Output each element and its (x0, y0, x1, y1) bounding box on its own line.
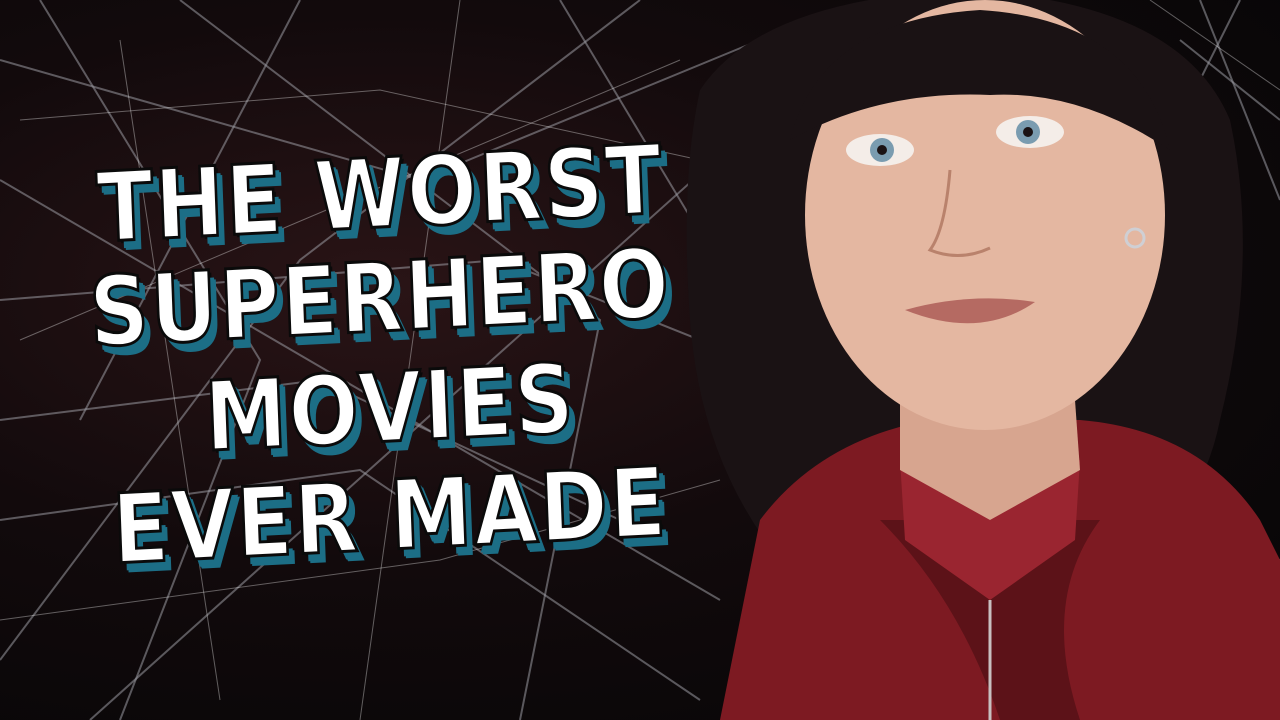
thumbnail-headline: THE WORST SUPERHERO MOVIES EVER MADE (0, 0, 760, 720)
video-thumbnail: THE WORST SUPERHERO MOVIES EVER MADE (0, 0, 1280, 720)
